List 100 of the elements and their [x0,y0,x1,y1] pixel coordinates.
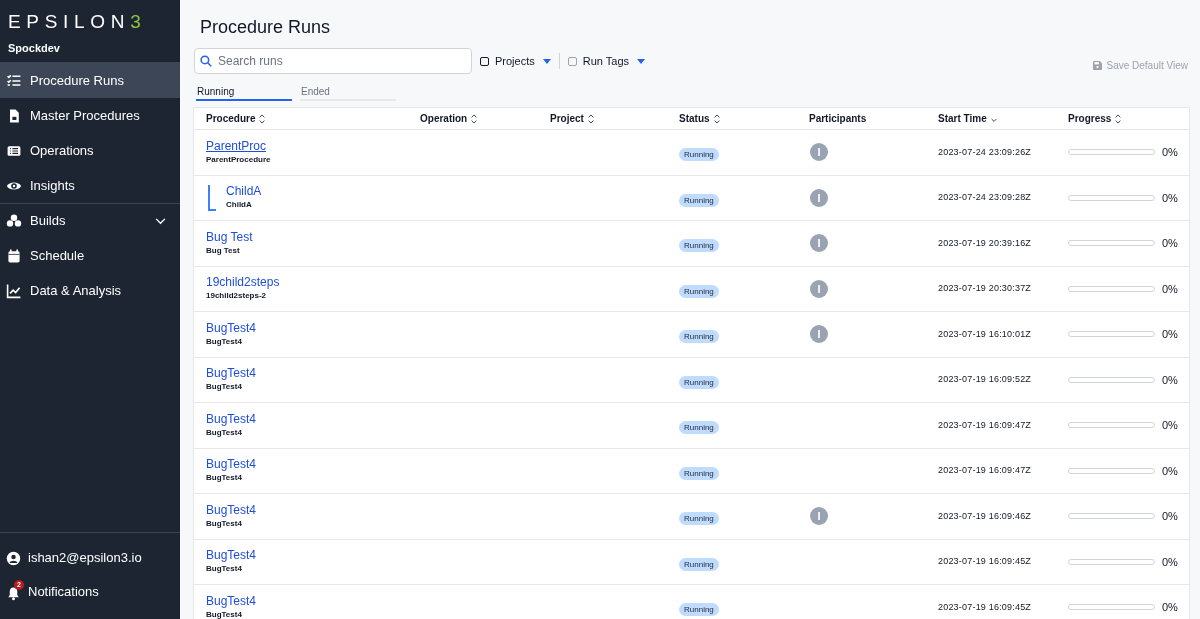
procedure-name: BugTest4 [206,472,243,485]
procedure-link[interactable]: Bug Test [206,229,253,245]
progress-value: 0% [1162,190,1178,206]
tree-connector [208,184,216,211]
start-time: 2023-07-24 23:09:26Z [938,145,1033,159]
caret-icon [637,58,646,64]
column-header[interactable]: Operation [420,111,550,126]
column-header[interactable]: Procedure [206,111,420,126]
column-header[interactable]: Project [550,111,679,126]
sidebar-item[interactable]: Builds [0,203,180,238]
progress-value: 0% [1162,463,1178,479]
start-time: 2023-07-19 20:30:37Z [938,282,1033,295]
sort-icon [586,113,595,124]
search-icon [200,55,212,67]
participant-avatar: I [810,279,828,298]
procedure-link[interactable]: BugTest4 [206,366,257,382]
sort-icon [470,113,479,124]
start-time: 2023-07-19 20:39:16Z [938,236,1033,250]
sidebar-item[interactable]: Data & Analysis [0,273,180,308]
sidebar-item[interactable]: Schedule [0,238,180,273]
checkbox[interactable] [480,56,489,66]
tab[interactable]: Running [196,84,292,101]
checkbox[interactable] [567,56,577,66]
procedure-link[interactable]: BugTest4 [206,593,257,609]
sort-icon [712,113,721,124]
filter-dropdown[interactable]: Run Tags [558,52,648,70]
page-title: Procedure Runs [199,16,332,39]
status-badge: Running [679,557,719,571]
logo-mark: 3 [130,10,147,34]
sidebar-item[interactable]: Operations [0,133,180,168]
participant-avatar: I [810,234,828,253]
tab[interactable]: Ended [300,84,396,101]
procedure-link[interactable]: ChildA [226,184,262,200]
progress-value: 0% [1162,418,1178,433]
participant-avatar: I [810,143,828,162]
bell-icon [6,586,21,601]
progress-value: 0% [1162,372,1178,388]
progress-value: 0% [1162,281,1178,297]
sort-icon [258,113,267,124]
cubes-icon [6,213,22,229]
participant-avatar: I [810,188,828,207]
column-header[interactable]: Status [679,111,809,126]
procedure-name: 19child2steps-2 [206,290,268,303]
procedure-name: BugTest4 [206,426,243,439]
procedure-link[interactable]: BugTest4 [206,457,257,473]
procedure-name: ParentProcedure [206,153,271,166]
status-badge: Running [679,603,719,617]
filter-dropdown[interactable]: Projects [478,52,553,70]
procedure-name: ChildA [226,199,253,212]
progress-value: 0% [1162,236,1178,251]
procedure-name: BugTest4 [206,563,243,576]
start-time: 2023-07-19 16:09:47Z [938,464,1033,477]
status-badge: Running [679,466,719,480]
calendar-icon [6,247,22,264]
status-badge: Running [679,284,719,298]
start-time: 2023-07-19 16:09:47Z [938,418,1033,432]
procedure-name: BugTest4 [206,517,243,530]
column-header[interactable]: Start Time [938,111,1068,126]
procedure-name: BugTest4 [206,381,243,394]
procedure-link[interactable]: ParentProc [206,138,267,154]
procedure-link[interactable]: BugTest4 [206,548,257,564]
start-time: 2023-07-19 16:10:01Z [938,327,1033,341]
sidebar-item[interactable]: Procedure Runs [0,63,180,98]
progress-value: 0% [1162,554,1178,570]
start-time: 2023-07-19 16:09:46Z [938,509,1033,523]
status-badge: Running [679,512,719,526]
progress-value: 0% [1162,600,1178,615]
status-badge: Running [679,193,719,207]
search-field[interactable]: Search runs [194,48,472,74]
start-time: 2023-07-24 23:09:28Z [938,191,1033,204]
procedure-name: BugTest4 [206,335,243,348]
status-badge: Running [679,239,719,253]
start-time: 2023-07-19 16:09:45Z [938,555,1033,568]
sidebar-item[interactable]: Master Procedures [0,98,180,133]
status-badge: Running [679,375,719,389]
procedure-link[interactable]: BugTest4 [206,411,257,427]
procedure-link[interactable]: BugTest4 [206,502,257,518]
checklist-icon [6,72,22,89]
progress-value: 0% [1162,145,1178,160]
progress-value: 0% [1162,327,1178,342]
procedure-link[interactable]: 19child2steps [206,275,280,291]
status-badge: Running [679,148,719,162]
participant-avatar: I [810,507,828,526]
procedure-link[interactable]: BugTest4 [206,320,257,336]
start-time: 2023-07-19 16:09:52Z [938,373,1033,386]
sort-icon [1114,113,1123,124]
column-header[interactable]: Progress [1068,111,1177,126]
start-time: 2023-07-19 16:09:45Z [938,600,1033,614]
chart-icon [6,282,22,299]
status-badge: Running [679,330,719,344]
logo-text: EPSILON [8,10,131,34]
caret-icon [542,58,551,64]
participant-avatar: I [810,325,828,344]
procedure-name: Bug Test [206,244,241,257]
sidebar-item[interactable]: Insights [0,168,180,203]
workspace-name: Spockdev [7,40,61,56]
status-badge: Running [679,421,719,435]
progress-value: 0% [1162,509,1178,524]
user-menu[interactable]: ishan2@epsilon3.io [0,541,180,575]
column-header[interactable]: Participants [809,111,938,126]
